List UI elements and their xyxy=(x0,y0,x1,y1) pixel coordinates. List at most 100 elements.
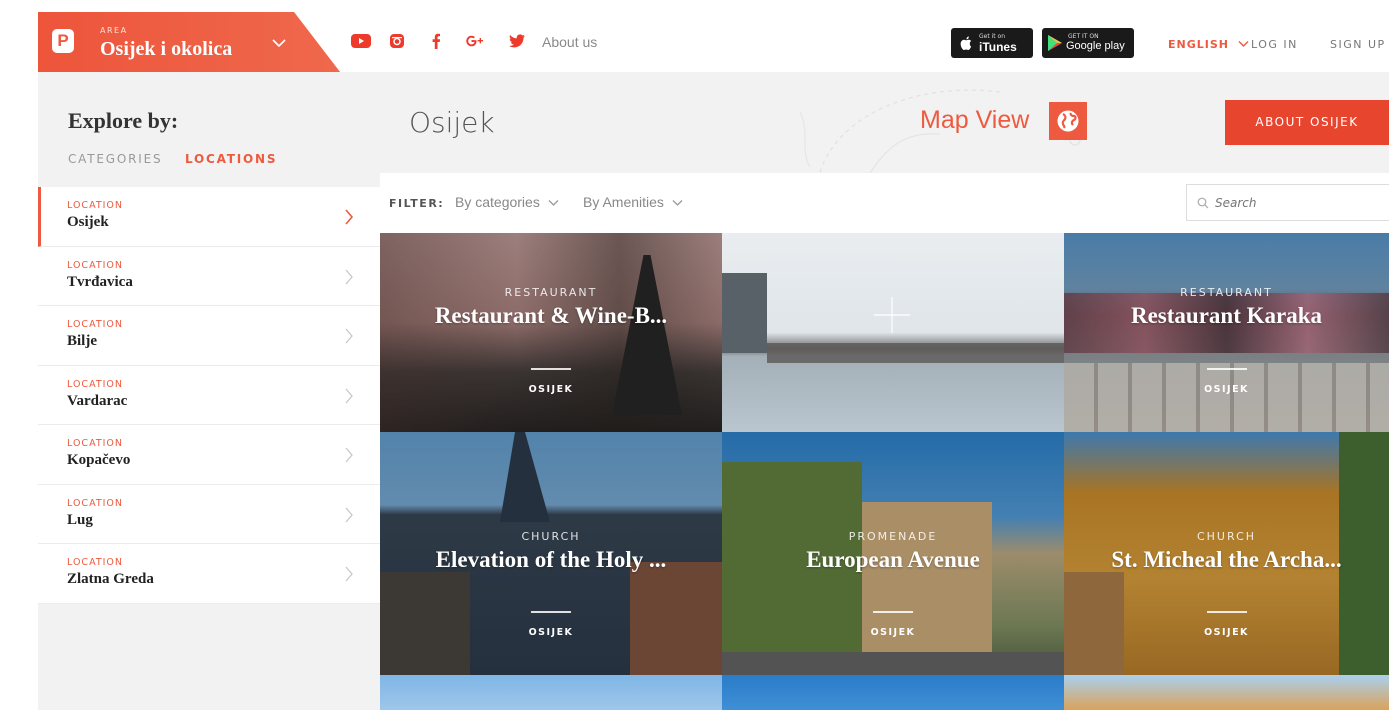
login-link[interactable]: LOG IN xyxy=(1251,38,1298,51)
location-tag: LOCATION xyxy=(67,319,124,330)
location-item-vardarac[interactable]: LOCATION Vardarac xyxy=(38,365,380,425)
divider xyxy=(1206,611,1247,613)
place-title: St. Micheal the Archa... xyxy=(1111,547,1342,572)
title-bar: Osijek Map View ABOUT OSIJEK xyxy=(380,72,1389,173)
place-card-restaurant-karaka[interactable]: RESTAURANT Restaurant Karaka OSIJEK xyxy=(1064,233,1389,432)
place-category: PROMENADE xyxy=(848,530,938,543)
chevron-right-icon xyxy=(345,507,353,522)
place-card-river-view[interactable] xyxy=(722,233,1064,432)
page-title: Osijek xyxy=(409,106,495,139)
map-view-link[interactable]: Map View xyxy=(920,106,1029,135)
location-name: Zlatna Greda xyxy=(67,571,154,587)
app-logo[interactable]: P xyxy=(52,29,74,53)
globe-icon xyxy=(1057,110,1079,132)
place-city: OSIJEK xyxy=(1204,627,1249,638)
location-name: Lug xyxy=(67,511,93,528)
place-card-partial[interactable] xyxy=(1064,675,1389,710)
filter-categories-label: By categories xyxy=(455,194,540,210)
search-box[interactable] xyxy=(1186,184,1389,221)
location-name: Vardarac xyxy=(67,392,128,409)
about-us-link[interactable]: About us xyxy=(542,34,597,50)
location-item-lug[interactable]: LOCATION Lug xyxy=(38,484,380,544)
location-list: LOCATION Osijek LOCATION Tvrđavica LOCAT… xyxy=(38,187,380,604)
search-icon xyxy=(1197,197,1209,209)
tab-locations[interactable]: LOCATIONS xyxy=(185,152,277,166)
area-label: AREA xyxy=(100,26,128,35)
location-item-tvrdavica[interactable]: LOCATION Tvrđavica xyxy=(38,246,380,306)
place-category: CHURCH xyxy=(521,530,581,543)
location-item-bilje[interactable]: LOCATION Bilje xyxy=(38,306,380,366)
filter-bar: FILTER: By categories By Amenities xyxy=(380,173,1389,233)
location-tag: LOCATION xyxy=(67,497,124,509)
place-city: OSIJEK xyxy=(870,627,916,638)
place-category: CHURCH xyxy=(1196,530,1257,543)
main-content: Osijek Map View ABOUT OSIJEK FILTER: By … xyxy=(380,72,1389,710)
divider xyxy=(873,611,913,613)
place-title: Elevation of the Holy ... xyxy=(435,547,667,572)
filter-amenities-label: By Amenities xyxy=(583,194,664,210)
chevron-right-icon xyxy=(345,328,353,344)
location-name: Osijek xyxy=(67,214,109,230)
chevron-right-icon xyxy=(345,566,353,582)
instagram-icon[interactable] xyxy=(389,33,405,49)
top-header: P AREA Osijek i okolica About us Get it … xyxy=(0,0,1389,72)
building-shape xyxy=(722,273,767,353)
place-city: OSIJEK xyxy=(1204,384,1249,395)
photo-overlay xyxy=(380,233,722,432)
apple-icon xyxy=(960,36,972,50)
location-tag: LOCATION xyxy=(67,438,124,449)
place-category: RESTAURANT xyxy=(504,286,598,299)
place-card-restaurant-wine-bar[interactable]: RESTAURANT Restaurant & Wine-B... OSIJEK xyxy=(380,233,722,432)
google-play-icon xyxy=(1048,35,1062,51)
area-selector[interactable]: P AREA Osijek i okolica xyxy=(38,12,340,72)
photo-overlay xyxy=(1064,233,1389,432)
itunes-badge-button[interactable]: Get it on iTunes xyxy=(951,28,1033,58)
chevron-right-icon xyxy=(345,447,353,463)
location-item-zlatna-greda[interactable]: LOCATION Zlatna Greda xyxy=(38,544,380,604)
chevron-right-icon xyxy=(345,209,354,225)
google-badge-small: GET IT ON xyxy=(1068,33,1099,40)
explore-sidebar: Explore by: CATEGORIES LOCATIONS LOCATIO… xyxy=(38,72,380,710)
itunes-badge-label: iTunes xyxy=(979,40,1017,54)
facebook-icon[interactable] xyxy=(431,33,441,49)
place-card-st-micheal-archangel[interactable]: CHURCH St. Micheal the Archa... OSIJEK xyxy=(1064,432,1389,675)
location-tag: LOCATION xyxy=(67,378,124,390)
place-card-european-avenue[interactable]: PROMENADE European Avenue OSIJEK xyxy=(722,432,1064,675)
skyline-shape xyxy=(767,343,1064,363)
divider xyxy=(531,611,571,613)
place-title: European Avenue xyxy=(806,547,980,572)
tab-categories[interactable]: CATEGORIES xyxy=(68,152,162,166)
chevron-right-icon xyxy=(345,388,353,403)
add-icon[interactable] xyxy=(872,295,912,335)
chevron-down-icon xyxy=(672,200,683,206)
twitter-icon[interactable] xyxy=(508,33,526,49)
google-badge-label: Google play xyxy=(1066,40,1125,52)
filter-categories-dropdown[interactable]: By categories xyxy=(455,194,559,210)
location-item-osijek[interactable]: LOCATION Osijek xyxy=(38,187,380,247)
location-name: Tvrđavica xyxy=(67,273,133,290)
place-title: Restaurant & Wine-B... xyxy=(434,303,668,328)
language-label: ENGLISH xyxy=(1168,38,1229,51)
search-input[interactable] xyxy=(1215,193,1375,213)
location-tag: LOCATION xyxy=(67,259,124,271)
place-card-partial[interactable] xyxy=(380,675,722,710)
places-grid: RESTAURANT Restaurant & Wine-B... OSIJEK… xyxy=(380,233,1389,710)
about-osijek-button[interactable]: ABOUT OSIJEK xyxy=(1225,100,1389,145)
chevron-down-icon xyxy=(272,39,286,48)
map-view-button[interactable] xyxy=(1049,102,1087,140)
area-name: Osijek i okolica xyxy=(100,38,233,60)
signup-link[interactable]: SIGN UP xyxy=(1330,38,1386,51)
location-name: Bilje xyxy=(67,333,97,349)
youtube-icon[interactable] xyxy=(350,33,372,49)
filter-amenities-dropdown[interactable]: By Amenities xyxy=(583,194,683,210)
google-play-badge-button[interactable]: GET IT ON Google play xyxy=(1042,28,1134,58)
location-item-kopacevo[interactable]: LOCATION Kopačevo xyxy=(38,425,380,485)
language-selector[interactable]: ENGLISH xyxy=(1168,38,1249,51)
place-city: OSIJEK xyxy=(528,384,574,395)
google-plus-icon[interactable] xyxy=(465,33,485,49)
chevron-down-icon xyxy=(548,200,559,206)
place-card-elevation-holy-cross[interactable]: CHURCH Elevation of the Holy ... OSIJEK xyxy=(380,432,722,675)
place-card-partial[interactable] xyxy=(722,675,1064,710)
divider xyxy=(1206,368,1247,370)
chevron-right-icon xyxy=(345,269,353,284)
